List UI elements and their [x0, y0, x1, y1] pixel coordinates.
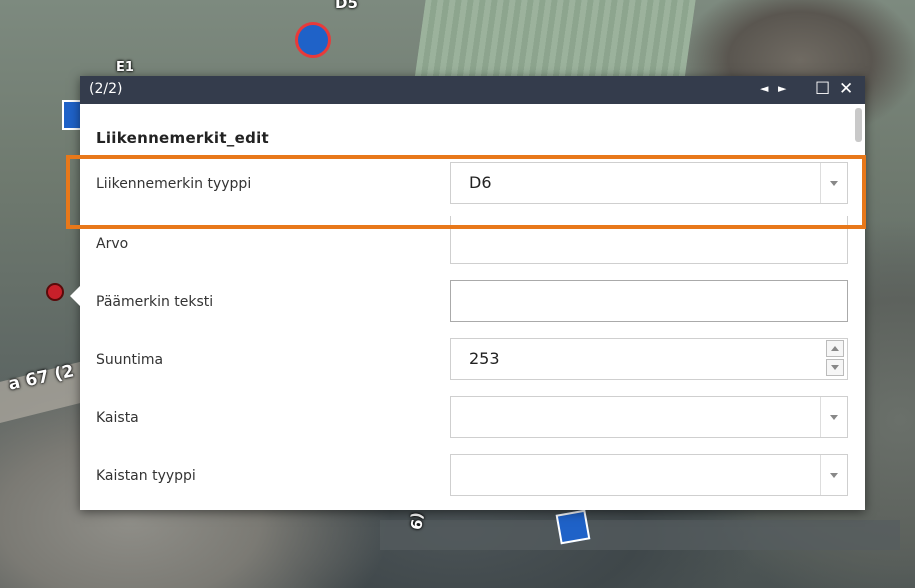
lane-type-select[interactable]	[450, 454, 848, 496]
field-label: Kaistan tyyppi	[96, 468, 196, 484]
field-row-paamerkin-teksti: Päämerkin teksti	[96, 280, 851, 324]
chevron-down-icon[interactable]	[820, 163, 847, 203]
popup-pointer	[70, 286, 80, 306]
field-row-kaistan-tyyppi: Kaistan tyyppi	[96, 454, 851, 498]
bearing-spinner	[826, 340, 846, 378]
lane-select[interactable]	[450, 396, 848, 438]
field-label: Suuntima	[96, 352, 164, 368]
layer-title: Liikennemerkit_edit	[96, 129, 270, 147]
close-icon[interactable]: ✕	[839, 79, 853, 99]
chevron-down-icon[interactable]	[820, 455, 847, 495]
map-crosswalk-sign-marker[interactable]	[555, 509, 591, 545]
previous-feature-icon[interactable]: ◄	[760, 79, 768, 99]
field-row-arvo: Arvo	[96, 216, 851, 266]
field-row-liikennemerkin-tyyppi: Liikennemerkin tyyppi D6	[96, 162, 851, 206]
chevron-down-icon[interactable]	[820, 397, 847, 437]
map-road-lower	[380, 520, 900, 550]
selected-feature-marker[interactable]	[46, 283, 64, 301]
popup-titlebar: (2/2) ◄ ► ☐ ✕	[80, 76, 865, 104]
increment-icon[interactable]	[826, 340, 844, 357]
map-traffic-sign-marker[interactable]	[295, 22, 331, 58]
field-label: Arvo	[96, 236, 129, 252]
main-sign-text-input[interactable]	[450, 280, 848, 322]
next-feature-icon[interactable]: ►	[778, 79, 786, 99]
value-input[interactable]	[450, 216, 848, 264]
popup-scrollbar[interactable]	[855, 108, 862, 142]
field-label: Liikennemerkin tyyppi	[96, 176, 252, 192]
bearing-number-input[interactable]: 253	[450, 338, 848, 380]
decrement-icon[interactable]	[826, 359, 844, 376]
sign-type-value: D6	[469, 173, 492, 192]
bearing-value: 253	[469, 349, 500, 368]
map-bottom-label: (9	[406, 510, 428, 532]
field-row-suuntima: Suuntima 253	[96, 338, 851, 382]
maximize-icon[interactable]: ☐	[815, 79, 830, 99]
field-row-kaista: Kaista	[96, 396, 851, 440]
field-label: Kaista	[96, 410, 139, 426]
field-label: Päämerkin teksti	[96, 294, 214, 310]
feature-popup: (2/2) ◄ ► ☐ ✕ Liikennemerkit_edit Liiken…	[70, 76, 865, 510]
map-left-label: E1	[116, 60, 134, 75]
sign-type-select[interactable]: D6	[450, 162, 848, 204]
map-building-roof	[414, 0, 696, 80]
popup-body[interactable]: Liikennemerkit_edit Liikennemerkin tyypp…	[80, 104, 865, 510]
feature-counter: (2/2)	[89, 81, 123, 97]
map-top-label: D5	[335, 0, 358, 12]
